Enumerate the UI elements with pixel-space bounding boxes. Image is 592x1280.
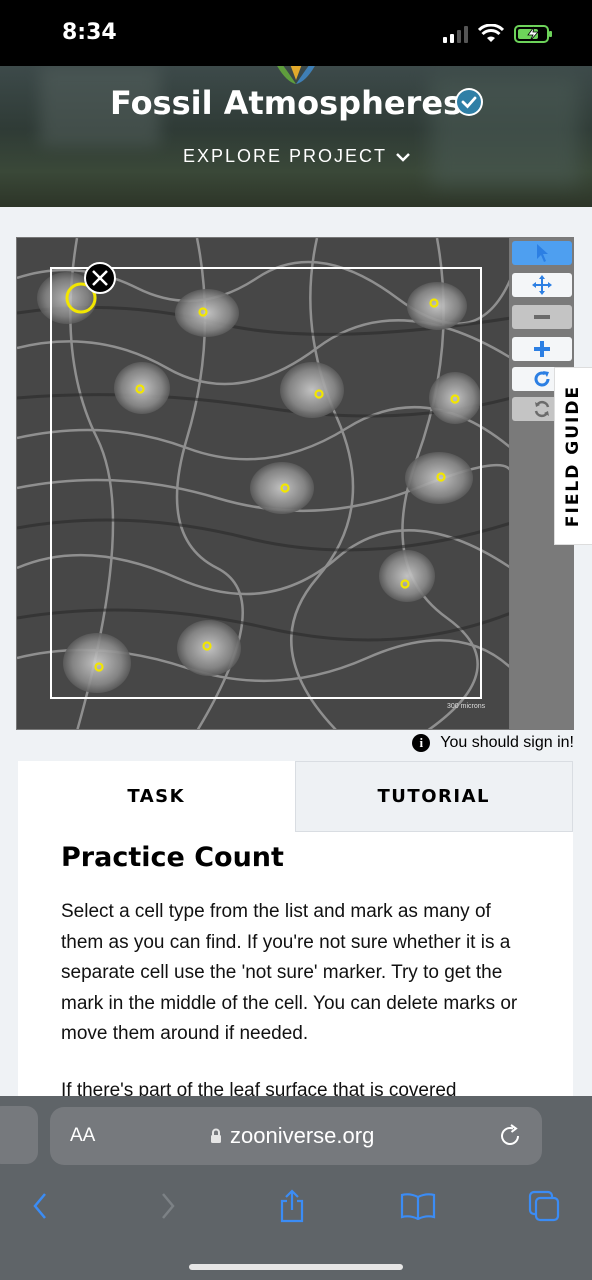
battery-charging-icon [514,25,552,43]
subject-image-viewer[interactable]: 300 microns [16,237,510,730]
zoom-out-button[interactable] [512,305,572,329]
explore-project-button[interactable]: EXPLORE PROJECT [183,146,411,167]
sign-in-text: You should sign in! [440,734,574,751]
share-button[interactable] [272,1186,312,1226]
project-title[interactable]: Fossil Atmospheres [110,84,462,122]
chevron-down-icon [396,152,410,162]
pointer-tool-button[interactable] [512,241,572,265]
tabs-icon [528,1190,560,1222]
browser-nav-bar [0,1180,592,1230]
forward-button[interactable] [148,1186,188,1226]
task-panel: Practice Count Select a cell type from t… [18,832,573,1098]
project-header: Fossil Atmospheres EXPLORE PROJECT [0,66,592,207]
address-bar[interactable]: AA zooniverse.org [50,1107,542,1165]
sign-in-notice[interactable]: i You should sign in! [412,734,574,752]
home-indicator [189,1264,403,1270]
task-instructions: Select a cell type from the list and mar… [61,901,518,1044]
move-tool-button[interactable] [512,273,572,297]
task-title: Practice Count [61,842,284,873]
status-bar: 8:34 [0,0,592,66]
chevron-left-icon [33,1193,46,1219]
tab-task[interactable]: TASK [18,761,295,832]
bookmarks-button[interactable] [398,1186,438,1226]
cellular-signal-icon [443,25,468,43]
back-button[interactable] [20,1186,60,1226]
task-tabs: TASK TUTORIAL [18,761,573,832]
project-logo [277,66,315,84]
tab-tutorial[interactable]: TUTORIAL [294,761,573,832]
plus-icon [534,341,550,357]
zoom-in-button[interactable] [512,337,572,361]
reader-settings-button[interactable]: AA [70,1125,95,1147]
book-icon [400,1193,436,1220]
move-arrows-icon [532,275,552,295]
info-icon: i [412,734,431,752]
verified-badge-icon [455,88,483,116]
lock-icon [211,1128,221,1143]
task-instructions-continued: If there's part of the leaf surface that… [61,1079,457,1099]
field-guide-label: FIELD GUIDE [563,384,584,528]
share-icon [280,1189,304,1223]
explore-project-label: EXPLORE PROJECT [183,146,388,166]
refresh-icon [534,400,550,418]
tabs-button[interactable] [524,1186,564,1226]
scale-bar-label: 300 microns [447,703,486,710]
status-icons [443,24,554,44]
chevron-right-icon [162,1193,175,1219]
status-time: 8:34 [62,20,117,45]
minus-icon [534,315,550,319]
browser-toolbar: AA zooniverse.org [0,1096,592,1280]
delete-mark-button[interactable] [84,262,116,294]
previous-tab-preview[interactable] [0,1106,38,1164]
reload-icon[interactable] [498,1124,522,1148]
field-guide-tab[interactable]: FIELD GUIDE [554,367,592,545]
cursor-arrow-icon [537,244,548,262]
rotate-icon [534,371,550,387]
url-text: zooniverse.org [230,1123,375,1148]
url-display[interactable]: zooniverse.org [210,1123,374,1149]
wifi-icon [478,24,504,42]
